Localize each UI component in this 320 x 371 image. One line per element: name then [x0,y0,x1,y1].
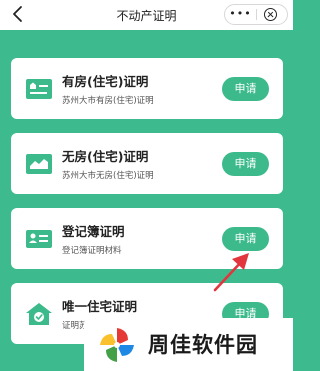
capsule-divider [256,9,257,20]
ellipsis-icon[interactable]: ••• [225,5,256,24]
card-title: 登记簿证明 [62,224,125,239]
card-title: 无房(住宅)证明 [62,149,149,164]
card-subtitle: 苏州大市有房(住宅)证明 [62,96,154,106]
card-no-house-certificate: 无房(住宅)证明 苏州大市无房(住宅)证明 申请 [11,133,283,194]
house-check-icon [26,303,52,325]
no-house-certificate-icon [26,154,52,174]
house-certificate-icon [26,79,52,99]
card-title: 唯一住宅证明 [62,299,138,314]
watermark-text: 周佳软件园 [148,333,258,357]
card-has-house-certificate: 有房(住宅)证明 苏州大市有房(住宅)证明 申请 [11,58,283,119]
apply-button[interactable]: 申请 [222,152,269,176]
card-subtitle: 登记簿证明材料 [62,246,122,256]
watermark: 周佳软件园 [84,318,293,371]
apply-button[interactable]: 申请 [222,77,269,101]
arrow-icon [213,253,249,292]
pinwheel-logo-icon [100,328,134,362]
navigation-bar: 不动产证明 ••• [0,0,293,30]
card-title: 有房(住宅)证明 [62,74,149,89]
circle-close-icon[interactable] [264,8,277,21]
card-subtitle: 苏州大市无房(住宅)证明 [62,171,154,181]
id-card-icon [26,230,52,248]
miniapp-capsule: ••• [224,4,288,25]
